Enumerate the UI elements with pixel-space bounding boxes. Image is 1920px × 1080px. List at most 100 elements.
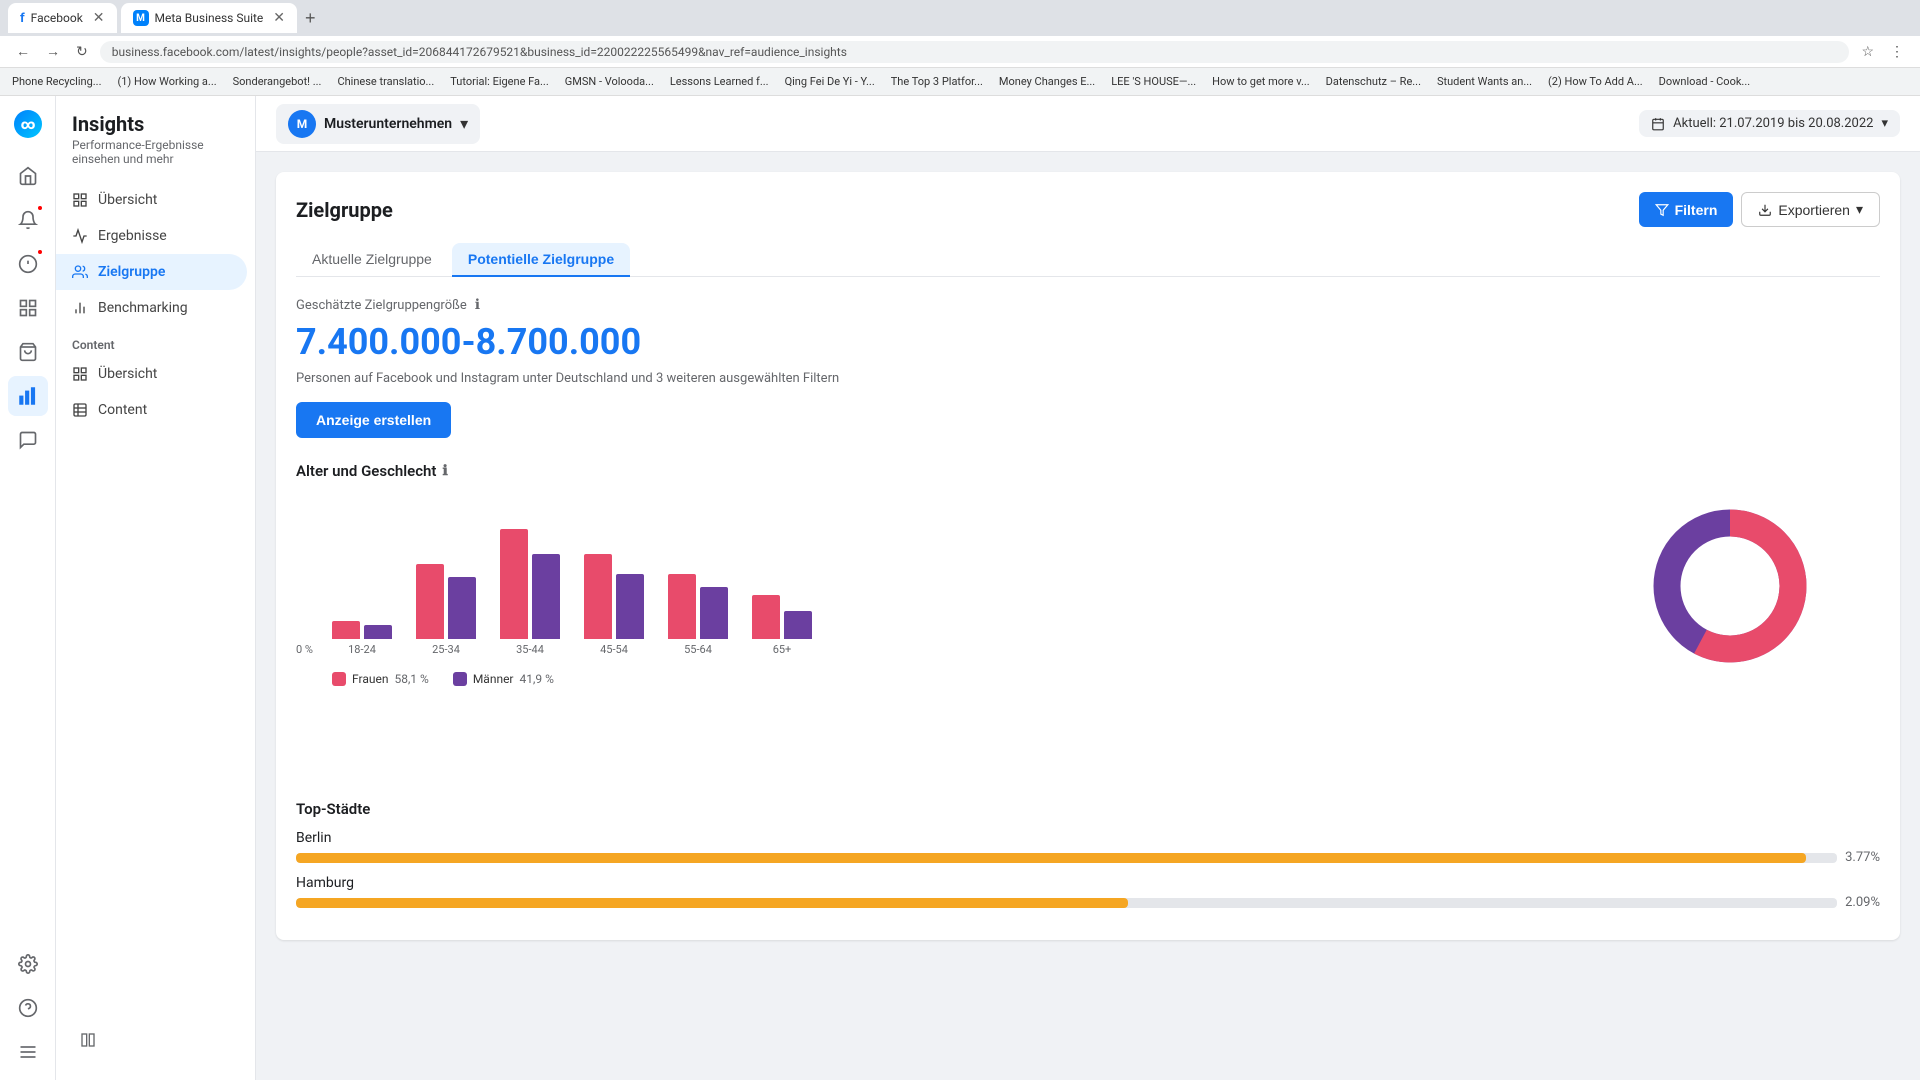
- sidebar-item-benchmarking[interactable]: Benchmarking: [56, 290, 255, 326]
- bar-manner-65plus: [784, 611, 812, 639]
- bar-group-18-24: 18-24: [332, 621, 392, 656]
- bookmark-4[interactable]: Tutorial: Eigene Fa...: [446, 73, 553, 90]
- bookmark-1[interactable]: (1) How Working a...: [113, 73, 220, 90]
- bar-frauen-45-54: [584, 554, 612, 639]
- bookmark-9[interactable]: Money Changes E...: [995, 73, 1099, 90]
- forward-button[interactable]: →: [42, 41, 64, 62]
- bookmark-2[interactable]: Sonderangebot! ...: [229, 73, 326, 90]
- bar-group-45-54: 45-54: [584, 554, 644, 656]
- bar-manner-35-44: [532, 554, 560, 639]
- bookmark-15[interactable]: Download - Cook...: [1655, 73, 1754, 90]
- bars-25-34: [416, 564, 476, 639]
- top-cities-section: Top-Städte Berlin 3.77% Hamburg: [296, 800, 1880, 910]
- bars-45-54: [584, 554, 644, 639]
- tab-aktuelle[interactable]: Aktuelle Zielgruppe: [296, 243, 448, 277]
- sidebar-item-content-label: Content: [98, 402, 147, 418]
- sidebar-shop-icon[interactable]: [8, 332, 48, 372]
- bookmark-8[interactable]: The Top 3 Platfor...: [887, 73, 987, 90]
- sidebar-item-content-uebersicht[interactable]: Übersicht: [56, 356, 255, 392]
- city-berlin-bar-container: [296, 853, 1837, 863]
- create-ad-button[interactable]: Anzeige erstellen: [296, 402, 451, 438]
- bar-manner-18-24: [364, 625, 392, 639]
- tab-potentielle[interactable]: Potentielle Zielgruppe: [452, 243, 630, 277]
- bookmark-13[interactable]: Student Wants an...: [1433, 73, 1536, 90]
- age-gender-section: Alter und Geschlecht ℹ: [296, 462, 1880, 776]
- filter-button[interactable]: Filtern: [1639, 192, 1734, 227]
- sidebar-home-icon[interactable]: [8, 156, 48, 196]
- sidebar-item-ergebnisse[interactable]: Ergebnisse: [56, 218, 255, 254]
- tab-facebook[interactable]: f Facebook ✕: [8, 3, 117, 33]
- bookmark-7[interactable]: Qing Fei De Yi - Y...: [781, 73, 879, 90]
- bookmark-12[interactable]: Datenschutz – Re...: [1322, 73, 1425, 90]
- expand-sidebar-button[interactable]: [72, 1024, 104, 1056]
- notification-badge: [36, 204, 44, 212]
- sidebar-grid-icon[interactable]: [8, 288, 48, 328]
- bookmark-0[interactable]: Phone Recycling...: [8, 73, 105, 90]
- bookmark-14[interactable]: (2) How To Add A...: [1544, 73, 1647, 90]
- url-bar[interactable]: business.facebook.com/latest/insights/pe…: [100, 41, 1850, 63]
- bar-label-45-54: 45-54: [600, 643, 628, 656]
- new-tab-button[interactable]: +: [301, 8, 320, 29]
- city-hamburg-pct: 2.09%: [1845, 895, 1880, 910]
- manner-pct: 41,9 %: [520, 672, 554, 686]
- sidebar-app-title: Insights: [72, 112, 239, 136]
- date-selector[interactable]: Aktuell: 21.07.2019 bis 20.08.2022 ▾: [1639, 110, 1900, 137]
- tab-meta[interactable]: M Meta Business Suite ✕: [121, 3, 298, 33]
- company-dropdown-icon: ▾: [460, 114, 468, 133]
- bar-frauen-35-44: [500, 529, 528, 639]
- bar-group-25-34: 25-34: [416, 564, 476, 656]
- bar-frauen-65plus: [752, 595, 780, 639]
- filter-icon: [1655, 203, 1669, 217]
- bookmark-6[interactable]: Lessons Learned f...: [666, 73, 773, 90]
- bookmark-10[interactable]: LEE 'S HOUSE—...: [1107, 73, 1200, 90]
- bookmark-11[interactable]: How to get more v...: [1208, 73, 1314, 90]
- sidebar-chat-icon[interactable]: [8, 420, 48, 460]
- company-name: Musterunternehmen: [324, 116, 452, 132]
- back-button[interactable]: ←: [12, 41, 34, 62]
- sidebar-help-icon[interactable]: [8, 988, 48, 1028]
- download-icon: [1758, 203, 1772, 217]
- bars-35-44: [500, 529, 560, 639]
- export-chevron-icon: ▾: [1856, 201, 1863, 218]
- bar-group-65plus: 65+: [752, 595, 812, 656]
- city-berlin-name: Berlin: [296, 830, 1880, 846]
- top-cities-title: Top-Städte: [296, 800, 1880, 818]
- bookmark-5[interactable]: GMSN - Volooda...: [561, 73, 658, 90]
- reload-button[interactable]: ↻: [72, 42, 92, 62]
- sidebar-item-uebersicht[interactable]: Übersicht: [56, 182, 255, 218]
- main-card: Zielgruppe Filtern Exportieren ▾: [276, 172, 1900, 940]
- bar-frauen-25-34: [416, 564, 444, 639]
- browser-chrome: f Facebook ✕ M Meta Business Suite ✕ +: [0, 0, 1920, 36]
- action-buttons: Filtern Exportieren ▾: [1639, 192, 1880, 227]
- sidebar-item-ergebnisse-label: Ergebnisse: [98, 228, 167, 244]
- chart-title-text: Alter und Geschlecht: [296, 462, 436, 480]
- bookmark-3[interactable]: Chinese translatio...: [333, 73, 438, 90]
- company-avatar: M: [288, 110, 316, 138]
- chart-wrapper: 0 % 18-24: [296, 496, 1880, 776]
- sidebar-notification-icon[interactable]: [8, 244, 48, 284]
- tab-close-facebook[interactable]: ✕: [93, 10, 105, 26]
- tab-close-meta[interactable]: ✕: [273, 10, 285, 26]
- icon-sidebar: ∞: [0, 96, 56, 1080]
- sidebar-menu-icon[interactable]: [8, 1032, 48, 1072]
- export-button[interactable]: Exportieren ▾: [1741, 192, 1880, 227]
- estimated-size-info-icon[interactable]: ℹ: [475, 297, 480, 313]
- meta-logo[interactable]: ∞: [8, 104, 48, 144]
- extensions-button[interactable]: ⋮: [1886, 42, 1908, 62]
- sidebar-settings-icon[interactable]: [8, 944, 48, 984]
- sidebar-item-zielgruppe[interactable]: Zielgruppe: [56, 254, 247, 290]
- company-selector[interactable]: M Musterunternehmen ▾: [276, 104, 480, 144]
- nav-sidebar: Insights Performance-Ergebnisse einsehen…: [56, 96, 256, 1080]
- sidebar-bell-icon[interactable]: [8, 200, 48, 240]
- sidebar-analytics-icon[interactable]: [8, 376, 48, 416]
- legend-manner: Männer 41,9 %: [453, 672, 554, 686]
- sidebar-item-content-content[interactable]: Content: [56, 392, 255, 428]
- sidebar-item-content-uebersicht-label: Übersicht: [98, 366, 157, 382]
- content-area: Zielgruppe Filtern Exportieren ▾: [256, 152, 1920, 1080]
- city-hamburg-bar: [296, 898, 1128, 908]
- city-row-berlin: Berlin 3.77%: [296, 830, 1880, 865]
- bar-manner-55-64: [700, 587, 728, 639]
- chart-info-icon[interactable]: ℹ: [442, 463, 447, 479]
- filter-btn-label: Filtern: [1675, 202, 1718, 218]
- bookmark-button[interactable]: ☆: [1857, 42, 1878, 62]
